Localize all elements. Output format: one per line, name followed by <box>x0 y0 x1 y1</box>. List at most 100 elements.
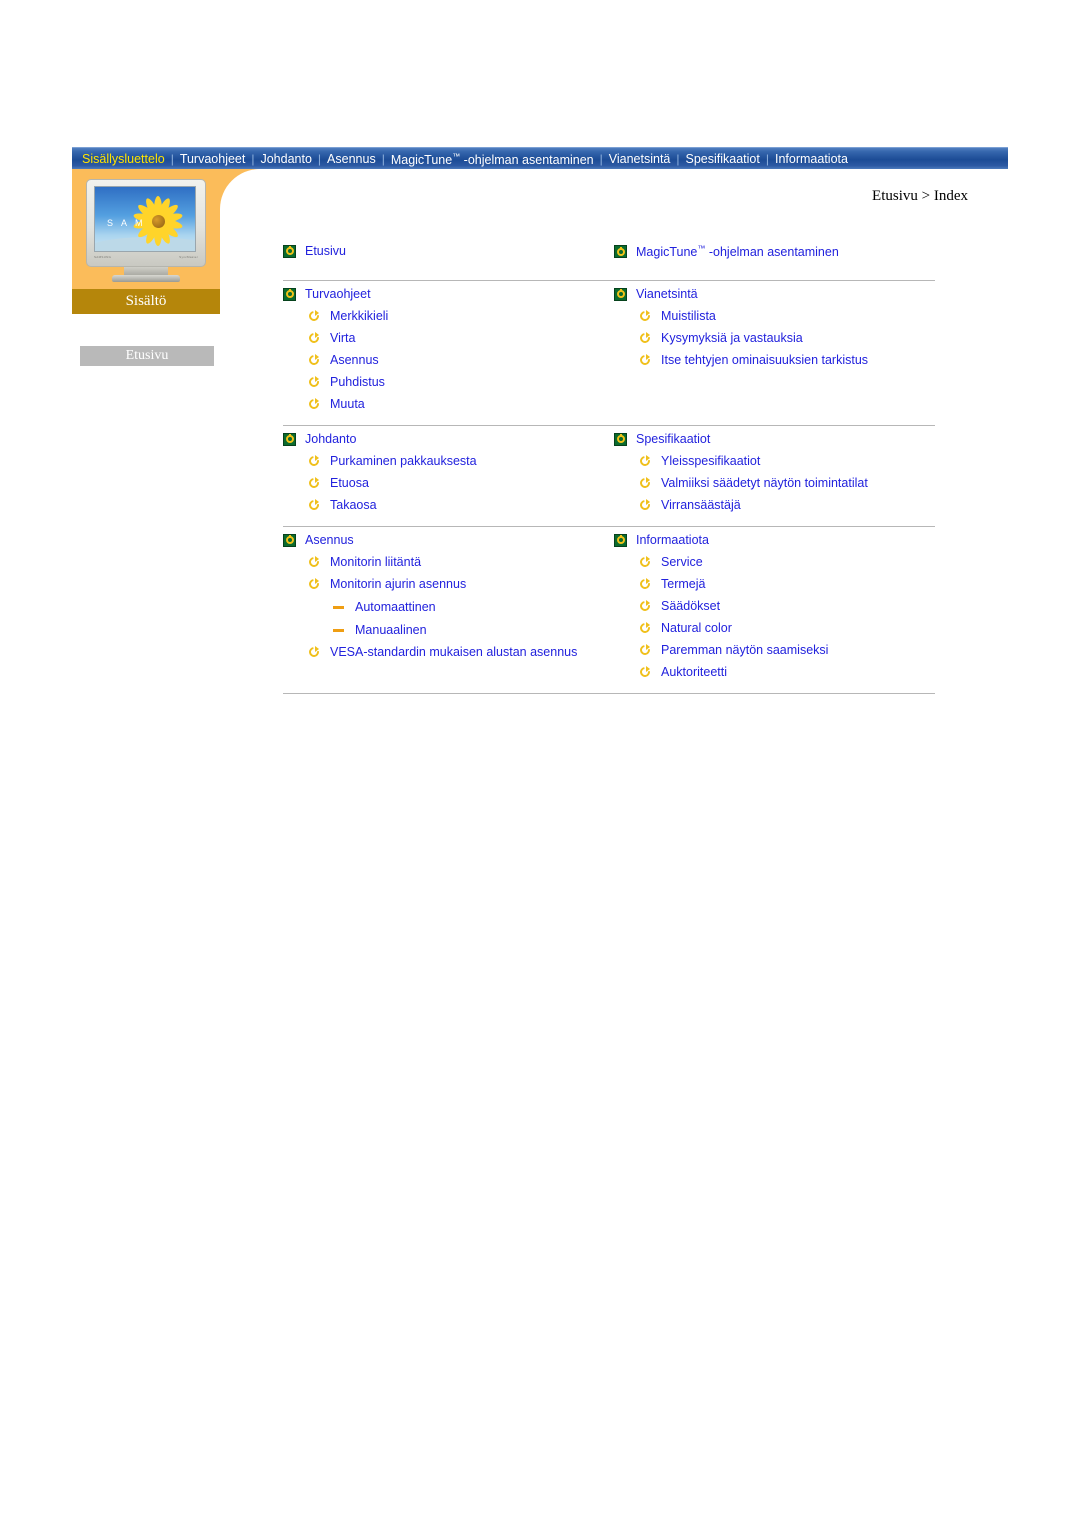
index-top-link-label: Spesifikaatiot <box>636 432 711 446</box>
green-square-bullet-icon <box>614 432 627 446</box>
monitor-model-label: SyncMaster <box>179 255 198 259</box>
index-sub-link[interactable]: VESA-standardin mukaisen alustan asennus <box>308 645 609 659</box>
index-sub-link-label: Paremman näytön saamiseksi <box>661 643 829 657</box>
nav-item-6[interactable]: Spesifikaatiot <box>680 149 766 169</box>
index-content: Etusivu MagicTune™ -ohjelman asentaminen T… <box>283 238 935 694</box>
index-sub-link-label: Termejä <box>661 577 706 591</box>
gold-circular-arrow-icon <box>639 555 652 569</box>
index-sub-link-label: Monitorin ajurin asennus <box>330 577 467 591</box>
gold-circular-arrow-icon <box>308 555 321 569</box>
top-navigation-bar: Sisällysluettelo | Turvaohjeet | Johdanto | As… <box>72 147 1008 169</box>
index-column-left: Etusivu <box>283 244 609 266</box>
index-sub-link[interactable]: Purkaminen pakkauksesta <box>308 454 609 468</box>
index-column-left: Asennus Monitorin liitäntä Monitorin ajuri… <box>283 533 609 679</box>
index-sub-link[interactable]: Merkkikieli <box>308 309 609 323</box>
index-column-right: Spesifikaatiot Yleisspesifikaatiot Valmiik… <box>609 432 935 512</box>
index-sub-link-label: Purkaminen pakkauksesta <box>330 454 477 468</box>
gold-circular-arrow-icon <box>308 353 321 367</box>
trademark-icon: ™ <box>452 152 461 161</box>
sidebar-home-button[interactable]: Etusivu <box>80 346 214 366</box>
index-sub-link[interactable]: Muuta <box>308 397 609 411</box>
orange-dash-bullet-icon <box>333 624 345 636</box>
index-sub-link[interactable]: Etuosa <box>308 476 609 490</box>
nav-item-1[interactable]: Turvaohjeet <box>174 149 252 169</box>
index-sub-link[interactable]: Natural color <box>639 621 935 635</box>
index-sub-link-label: Monitorin liitäntä <box>330 555 422 569</box>
gold-circular-arrow-icon <box>308 498 321 512</box>
index-sub-link[interactable]: Puhdistus <box>308 375 609 389</box>
gold-circular-arrow-icon <box>639 643 652 657</box>
index-column-right: Informaatiota Service Termejä Säädökset Natu… <box>609 533 935 679</box>
gold-circular-arrow-icon <box>639 599 652 613</box>
screen-brand-text: S A M <box>107 218 146 228</box>
gold-circular-arrow-icon <box>308 375 321 389</box>
index-sub-link[interactable]: Säädökset <box>639 599 935 613</box>
index-sub-link[interactable]: Termejä <box>639 577 935 591</box>
nav-item-7[interactable]: Informaatiota <box>769 149 854 169</box>
index-column-right: Vianetsintä Muistilista Kysymyksiä ja vast… <box>609 287 935 411</box>
index-sub-link[interactable]: Monitorin ajurin asennus <box>308 577 609 591</box>
index-column-left: Johdanto Purkaminen pakkauksesta Etuosa Tak… <box>283 432 609 512</box>
index-subsub-link-label: Manuaalinen <box>355 623 427 637</box>
index-sub-link[interactable]: Yleisspesifikaatiot <box>639 454 935 468</box>
index-sub-link[interactable]: Virta <box>308 331 609 345</box>
index-sub-link-label: Puhdistus <box>330 375 385 389</box>
index-sub-link-label: Itse tehtyjen ominaisuuksien tarkistus <box>661 353 869 367</box>
index-sub-link[interactable]: Kysymyksiä ja vastauksia <box>639 331 935 345</box>
gold-circular-arrow-icon <box>308 454 321 468</box>
index-sub-link[interactable]: Muistilista <box>639 309 935 323</box>
index-top-link[interactable]: Etusivu <box>283 244 609 258</box>
index-sub-link[interactable]: Valmiiksi säädetyt näytön toimintatilat <box>639 476 935 490</box>
page-root: Sisällysluettelo | Turvaohjeet | Johdanto | As… <box>0 0 1080 1528</box>
nav-item-0[interactable]: Sisällysluettelo <box>76 149 171 169</box>
index-top-link-label: Turvaohjeet <box>305 287 371 301</box>
index-sub-link[interactable]: Itse tehtyjen ominaisuuksien tarkistus <box>639 353 935 367</box>
index-sub-link[interactable]: Virransäästäjä <box>639 498 935 512</box>
index-sub-link[interactable]: Asennus <box>308 353 609 367</box>
index-sub-link[interactable]: Service <box>639 555 935 569</box>
index-top-link[interactable]: Vianetsintä <box>614 287 935 301</box>
index-top-link[interactable]: MagicTune™ -ohjelman asentaminen <box>614 244 935 259</box>
nav-item-2[interactable]: Johdanto <box>254 149 317 169</box>
index-top-link-label: Asennus <box>305 533 354 547</box>
index-subsub-link-label: Automaattinen <box>355 600 436 614</box>
monitor-screen: S A M <box>94 186 196 252</box>
index-group: Etusivu MagicTune™ -ohjelman asentaminen <box>283 238 935 281</box>
index-sub-link-label: Virta <box>330 331 356 345</box>
index-top-link[interactable]: Johdanto <box>283 432 609 446</box>
green-square-bullet-icon <box>283 533 296 547</box>
gold-circular-arrow-icon <box>639 621 652 635</box>
index-sub-link-label: Valmiiksi säädetyt näytön toimintatilat <box>661 476 868 490</box>
gold-circular-arrow-icon <box>639 353 652 367</box>
index-top-link[interactable]: Turvaohjeet <box>283 287 609 301</box>
index-sub-link-label: Muuta <box>330 397 365 411</box>
nav-item-3[interactable]: Asennus <box>321 149 382 169</box>
breadcrumb: Etusivu > Index <box>872 188 968 204</box>
gold-circular-arrow-icon <box>308 645 321 659</box>
index-sub-link-label: Kysymyksiä ja vastauksia <box>661 331 803 345</box>
index-top-link[interactable]: Spesifikaatiot <box>614 432 935 446</box>
green-square-bullet-icon <box>614 245 627 258</box>
gold-circular-arrow-icon <box>639 577 652 591</box>
gold-circular-arrow-icon <box>639 331 652 345</box>
index-sub-link[interactable]: Takaosa <box>308 498 609 512</box>
index-sub-link-label: Etuosa <box>330 476 369 490</box>
green-square-bullet-icon <box>283 287 296 301</box>
index-subsub-link[interactable]: Manuaalinen <box>333 623 609 637</box>
index-sub-link[interactable]: Auktoriteetti <box>639 665 935 679</box>
index-top-link-label: MagicTune™ -ohjelman asentaminen <box>636 244 839 259</box>
index-group: Johdanto Purkaminen pakkauksesta Etuosa Tak… <box>283 426 935 527</box>
gold-circular-arrow-icon <box>639 498 652 512</box>
gold-circular-arrow-icon <box>308 577 321 591</box>
index-top-link[interactable]: Asennus <box>283 533 609 547</box>
index-sub-link[interactable]: Monitorin liitäntä <box>308 555 609 569</box>
nav-item-5[interactable]: Vianetsintä <box>603 149 677 169</box>
index-subsub-link[interactable]: Automaattinen <box>333 600 609 614</box>
index-sub-link[interactable]: Paremman näytön saamiseksi <box>639 643 935 657</box>
sidebar-section-banner: Sisältö <box>72 289 220 314</box>
index-sub-link-label: Natural color <box>661 621 732 635</box>
nav-item-4[interactable]: MagicTune™ -ohjelman asentaminen <box>385 147 600 170</box>
index-sub-link-label: Säädökset <box>661 599 721 613</box>
index-top-link-label: Informaatiota <box>636 533 709 547</box>
index-top-link[interactable]: Informaatiota <box>614 533 935 547</box>
